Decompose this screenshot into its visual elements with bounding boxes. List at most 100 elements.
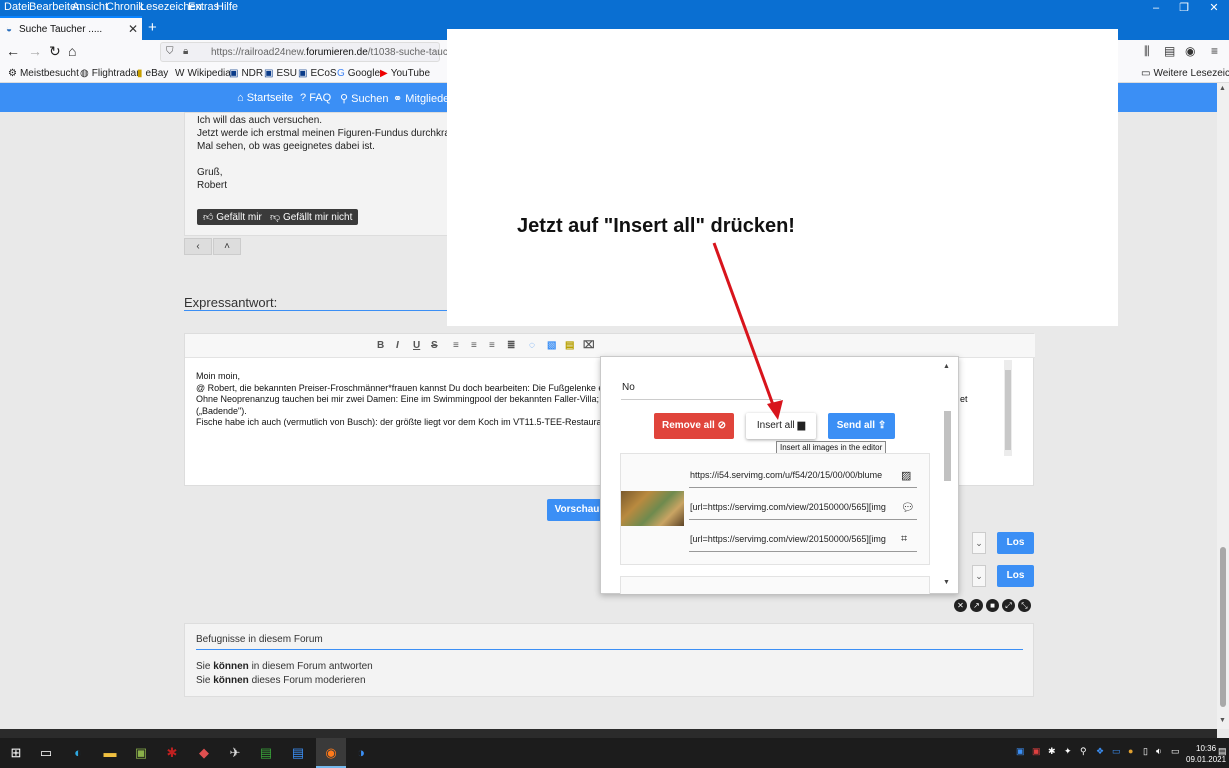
tray-icon[interactable]: ✱ xyxy=(1048,746,1056,757)
tray-icon[interactable]: ▣ xyxy=(1016,746,1025,757)
bookmark-esu[interactable]: ▣ ESU xyxy=(264,68,297,79)
bookmark-google[interactable]: G Google xyxy=(337,68,380,79)
nav-faq[interactable]: ? FAQ xyxy=(300,92,331,104)
menu-chronik[interactable]: Chronik xyxy=(106,1,144,13)
like-button[interactable]: 👍︎ Gefällt mir xyxy=(197,209,268,225)
bookmark-ecos[interactable]: ▣ ECoS xyxy=(298,68,337,79)
close-icon[interactable]: ✕ xyxy=(954,599,967,612)
select-value[interactable]: No xyxy=(622,382,635,393)
firefox-icon[interactable]: ◉ xyxy=(323,745,339,761)
clear-format-icon[interactable]: ⌧ xyxy=(583,340,595,351)
scroll-up-icon[interactable]: ▲ xyxy=(943,363,950,370)
tab-close-icon[interactable]: ✕ xyxy=(128,22,138,36)
select-arrow-1[interactable]: ⌄ xyxy=(972,532,986,554)
tray-icon[interactable]: ▭ xyxy=(1112,746,1121,757)
restore-icon[interactable]: ❐ xyxy=(1169,0,1199,16)
app-icon[interactable]: ◆ xyxy=(196,745,212,761)
link-text[interactable]: [url=https://servimg.com/view/20150000/5… xyxy=(690,534,895,544)
network-icon[interactable]: ▭ xyxy=(1171,746,1180,757)
dropbox-icon[interactable]: ❖ xyxy=(1096,746,1104,757)
link-row[interactable]: https://i54.servimg.com/u/f54/20/15/00/0… xyxy=(689,466,917,488)
url-bar[interactable]: ⛉ 🔒︎ https://railroad24new.forumieren.de… xyxy=(160,42,462,62)
go-button-1[interactable]: Los xyxy=(997,532,1034,554)
minimize-icon[interactable]: – xyxy=(1141,0,1171,16)
open-external-icon[interactable]: ↗ xyxy=(970,599,983,612)
scroll-down-icon[interactable]: ▼ xyxy=(943,579,950,586)
menu-extras[interactable]: Extras xyxy=(188,1,219,13)
link-text[interactable]: https://i54.servimg.com/u/f54/20/15/00/0… xyxy=(690,470,895,480)
lock-icon[interactable]: ■ xyxy=(986,599,999,612)
other-bookmarks[interactable]: ▭Weitere Lesezeichen xyxy=(1141,68,1229,79)
go-button-2[interactable]: Los xyxy=(997,565,1034,587)
align-left-icon[interactable]: ≡ xyxy=(453,340,459,351)
strike-button[interactable]: S xyxy=(431,340,438,351)
tab-suche-taucher[interactable]: ◒ Suche Taucher ..... ✕ xyxy=(0,16,142,40)
expand-icon[interactable]: ⤢ xyxy=(1002,599,1015,612)
window-close-icon[interactable]: ✕ xyxy=(1199,0,1229,16)
scroll-thumb[interactable] xyxy=(944,411,951,481)
tray-icon[interactable]: ✦ xyxy=(1064,746,1072,757)
bookmark-wikipedia[interactable]: W Wikipedia xyxy=(175,68,231,79)
edge-icon[interactable]: ◐ xyxy=(70,745,86,761)
file-explorer-icon[interactable]: ▬ xyxy=(102,745,118,761)
underline-button[interactable]: U xyxy=(413,340,420,351)
chat-app-icon[interactable]: ◑ xyxy=(353,745,369,761)
tray-icon[interactable]: ⚲ xyxy=(1080,746,1087,757)
page-scrollbar[interactable]: ▲ ▼ xyxy=(1217,83,1229,729)
bookmark-youtube[interactable]: ▶ YouTube xyxy=(380,68,430,79)
align-center-icon[interactable]: ≡ xyxy=(471,340,477,351)
active-task[interactable]: ◉ xyxy=(316,738,346,768)
insert-all-button[interactable]: Insert all ▆ xyxy=(746,413,816,439)
photo-app-icon[interactable]: ▣ xyxy=(133,745,149,761)
nav-suchen[interactable]: ⚲ Suchen xyxy=(340,92,388,105)
menu-datei[interactable]: Datei xyxy=(4,1,30,13)
scroll-thumb[interactable] xyxy=(1005,370,1011,450)
bookmark-ndr[interactable]: ▣ NDR xyxy=(229,68,263,79)
file-icon[interactable]: ▤ xyxy=(565,340,574,351)
nav-startseite[interactable]: ⌂ Startseite xyxy=(237,92,293,104)
quote-icon[interactable]: ◌ xyxy=(529,340,535,351)
image-link-icon[interactable]: ▨ xyxy=(901,469,911,482)
tracking-shield-icon[interactable]: ⛉ xyxy=(166,46,174,57)
tray-icon[interactable]: ▣ xyxy=(1032,746,1041,757)
volume-icon[interactable]: 🔉︎ xyxy=(1156,746,1162,757)
menu-icon[interactable]: ≡ xyxy=(1211,44,1218,58)
dislike-button[interactable]: 👎︎ Gefällt mir nicht xyxy=(264,209,359,225)
select-arrow-2[interactable]: ⌄ xyxy=(972,565,986,587)
home-icon[interactable]: ⌂ xyxy=(68,43,76,59)
italic-button[interactable]: I xyxy=(396,340,399,351)
image-icon[interactable]: ▧ xyxy=(547,340,556,351)
scroll-up-icon[interactable]: ▲ xyxy=(1219,85,1226,92)
scroll-down-icon[interactable]: ▼ xyxy=(1219,717,1226,724)
spreadsheet-icon[interactable]: ▤ xyxy=(258,745,274,761)
app-icon[interactable]: ✱ xyxy=(164,745,180,761)
new-tab-icon[interactable]: + xyxy=(148,19,157,36)
battery-icon[interactable]: ▯ xyxy=(1143,746,1148,757)
back-icon[interactable]: ← xyxy=(6,43,20,59)
task-view-icon[interactable]: ▭ xyxy=(38,745,54,761)
link-row[interactable]: [url=https://servimg.com/view/20150000/5… xyxy=(689,498,917,520)
bold-button[interactable]: B xyxy=(377,340,384,351)
prev-page-button[interactable]: ‹ xyxy=(184,238,212,255)
reload-icon[interactable]: ↻ xyxy=(49,43,61,60)
account-icon[interactable]: ◉ xyxy=(1185,44,1195,58)
link-text[interactable]: [url=https://servimg.com/view/20150000/5… xyxy=(690,502,895,512)
image-thumbnail[interactable] xyxy=(621,491,684,526)
align-right-icon[interactable]: ≡ xyxy=(489,340,495,351)
forum-code-icon[interactable]: 💬︎ xyxy=(901,501,915,514)
remove-all-button[interactable]: Remove all ⊘ xyxy=(654,413,734,439)
bookmark-meistbesucht[interactable]: ⚙ Meistbesucht xyxy=(8,68,79,79)
menu-hilfe[interactable]: Hilfe xyxy=(216,1,238,13)
notifications-icon[interactable]: ▤ xyxy=(1218,746,1227,757)
shrink-icon[interactable]: ⤡ xyxy=(1018,599,1031,612)
send-all-button[interactable]: Send all ⇪ xyxy=(828,413,895,439)
bookmark-flightradar[interactable]: ◍ Flightradar xyxy=(80,68,140,79)
popup-scrollbar[interactable]: ▲ ▼ xyxy=(943,363,952,589)
app-icon[interactable]: ✈ xyxy=(227,745,243,761)
forward-icon[interactable]: → xyxy=(28,43,42,59)
tray-icon[interactable]: ● xyxy=(1128,746,1133,756)
bookmark-ebay[interactable]: ▮ eBay xyxy=(137,68,168,79)
preview-button[interactable]: Vorschau xyxy=(547,499,607,521)
sidebar-icon[interactable]: ▤ xyxy=(1164,44,1175,58)
link-row[interactable]: [url=https://servimg.com/view/20150000/5… xyxy=(689,530,917,552)
